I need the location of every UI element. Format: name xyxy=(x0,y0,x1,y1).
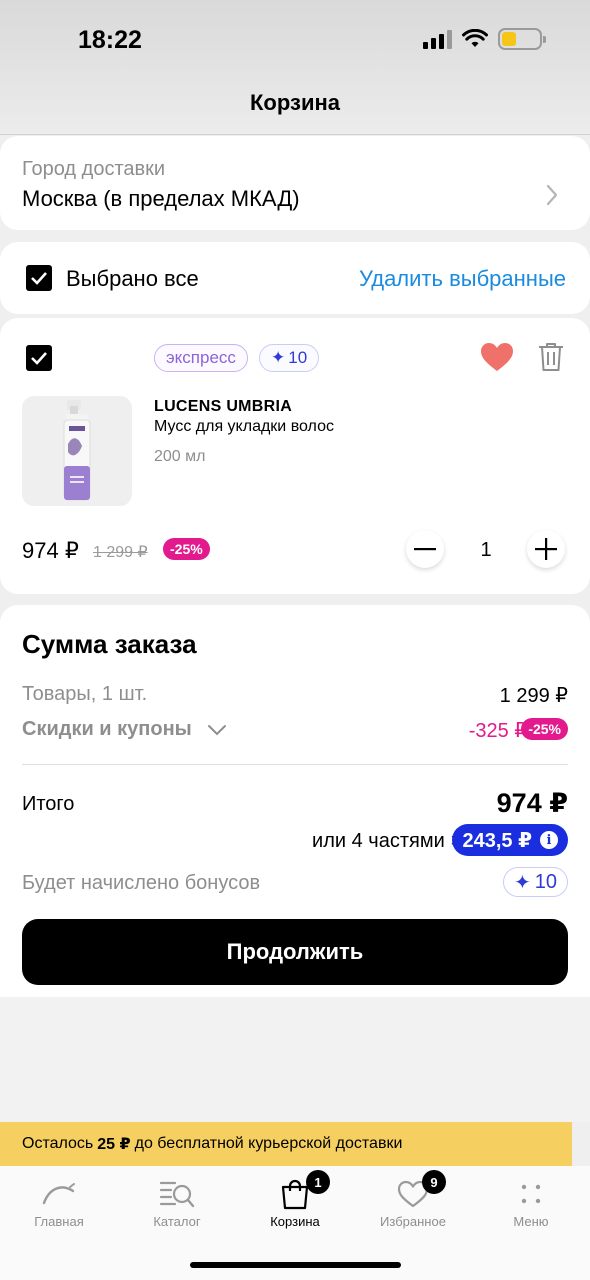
product-volume: 200 мл xyxy=(154,448,206,465)
tab-cart[interactable]: 1 Корзина xyxy=(245,1170,345,1229)
banner-amount: 25 ₽ xyxy=(97,1136,131,1153)
summary-title: Сумма заказа xyxy=(22,629,197,659)
plus-icon xyxy=(535,538,557,560)
battery-icon xyxy=(498,28,546,50)
express-tag: экспресс xyxy=(154,344,248,372)
chevron-down-icon xyxy=(208,724,227,736)
order-summary: Сумма заказа Товары, 1 шт. 1 299 ₽ Скидк… xyxy=(0,605,590,997)
status-icons xyxy=(423,28,546,50)
increase-quantity-button[interactable] xyxy=(527,530,565,568)
goods-value: 1 299 ₽ xyxy=(499,685,568,707)
minus-icon xyxy=(414,548,436,551)
bonus-tag-value: 10 xyxy=(288,348,308,367)
signal-icon xyxy=(423,29,452,49)
catalog-search-icon xyxy=(159,1181,195,1208)
home-arc-icon xyxy=(42,1183,75,1205)
product-price: 974 ₽ xyxy=(22,538,79,563)
empty-area xyxy=(0,997,590,1122)
heart-icon[interactable] xyxy=(480,342,514,372)
installments-pill[interactable]: 243,5 ₽ i xyxy=(452,824,568,856)
tab-cart-label: Корзина xyxy=(270,1214,320,1229)
banner-suffix: до бесплатной курьерской доставки xyxy=(134,1135,403,1152)
bonus-label: Будет начислено бонусов xyxy=(22,872,261,894)
status-time: 18:22 xyxy=(78,26,142,54)
discounts-badge: -25% xyxy=(521,718,568,740)
select-all-row: Выбрано все Удалить выбранные xyxy=(0,242,590,314)
delivery-city-label: Город доставки xyxy=(22,158,166,180)
continue-button[interactable]: Продолжить xyxy=(22,919,568,985)
discounts-value: -325 ₽ xyxy=(468,720,527,742)
total-value: 974 ₽ xyxy=(496,788,568,818)
top-bar: 18:22 Корзина xyxy=(0,0,590,135)
product-discount-badge: -25% xyxy=(163,538,210,560)
tab-menu-label: Меню xyxy=(513,1214,549,1229)
delivery-city-value: Москва (в пределах МКАД) xyxy=(22,186,300,211)
product-bottle-image xyxy=(63,400,91,501)
home-indicator xyxy=(190,1262,401,1268)
check-icon xyxy=(31,272,47,285)
decrease-quantity-button[interactable] xyxy=(406,530,444,568)
item-checkbox[interactable] xyxy=(26,345,52,371)
divider xyxy=(22,764,568,765)
tab-catalog[interactable]: Каталог xyxy=(127,1176,227,1229)
favorites-count-badge: 9 xyxy=(422,1170,446,1194)
quantity-value: 1 xyxy=(480,539,492,561)
delivery-city-selector[interactable]: Город доставки Москва (в пределах МКАД) xyxy=(0,136,590,230)
tab-favorites[interactable]: 9 Избранное xyxy=(363,1170,463,1229)
page-title: Корзина xyxy=(250,90,340,115)
dots-grid-icon xyxy=(521,1184,541,1204)
free-delivery-banner: Осталось 25 ₽ до бесплатной курьерской д… xyxy=(0,1122,572,1166)
tab-catalog-label: Каталог xyxy=(153,1214,201,1229)
info-icon: i xyxy=(540,831,558,849)
banner-prefix: Осталось xyxy=(22,1135,94,1152)
sparkle-icon: ✦ xyxy=(513,871,531,894)
installments-text: или 4 частями × xyxy=(312,830,462,852)
bonus-value: 10 xyxy=(534,870,557,893)
cart-count-badge: 1 xyxy=(306,1170,330,1194)
delete-selected-link[interactable]: Удалить выбранные xyxy=(359,266,566,292)
product-old-price: 1 299 ₽ xyxy=(93,544,148,561)
check-icon xyxy=(31,352,47,365)
bonus-pill: ✦ 10 xyxy=(502,867,568,897)
tab-menu[interactable]: Меню xyxy=(481,1176,581,1229)
bonus-tag: ✦ 10 xyxy=(259,344,320,372)
installments-value: 243,5 ₽ xyxy=(462,829,532,852)
sparkle-icon: ✦ xyxy=(271,348,286,367)
tab-home[interactable]: Главная xyxy=(9,1176,109,1229)
wifi-icon xyxy=(462,29,488,47)
product-brand[interactable]: LUCENS UMBRIA xyxy=(154,398,292,416)
product-image[interactable] xyxy=(22,396,132,506)
trash-icon[interactable] xyxy=(538,342,564,372)
select-all-checkbox[interactable] xyxy=(26,265,52,291)
total-label: Итого xyxy=(22,793,75,815)
tab-home-label: Главная xyxy=(34,1214,84,1229)
discounts-label: Скидки и купоны xyxy=(22,718,192,740)
select-all-label: Выбрано все xyxy=(66,266,199,291)
tab-favorites-label: Избранное xyxy=(380,1214,446,1229)
cart-item: экспресс ✦ 10 LUCENS UMBRIA Мусс для укл… xyxy=(0,318,590,594)
product-name[interactable]: Мусс для укладки волос xyxy=(154,418,334,436)
chevron-right-icon xyxy=(546,184,558,206)
discounts-toggle[interactable]: Скидки и купоны xyxy=(22,718,227,741)
goods-label: Товары, 1 шт. xyxy=(22,683,148,705)
